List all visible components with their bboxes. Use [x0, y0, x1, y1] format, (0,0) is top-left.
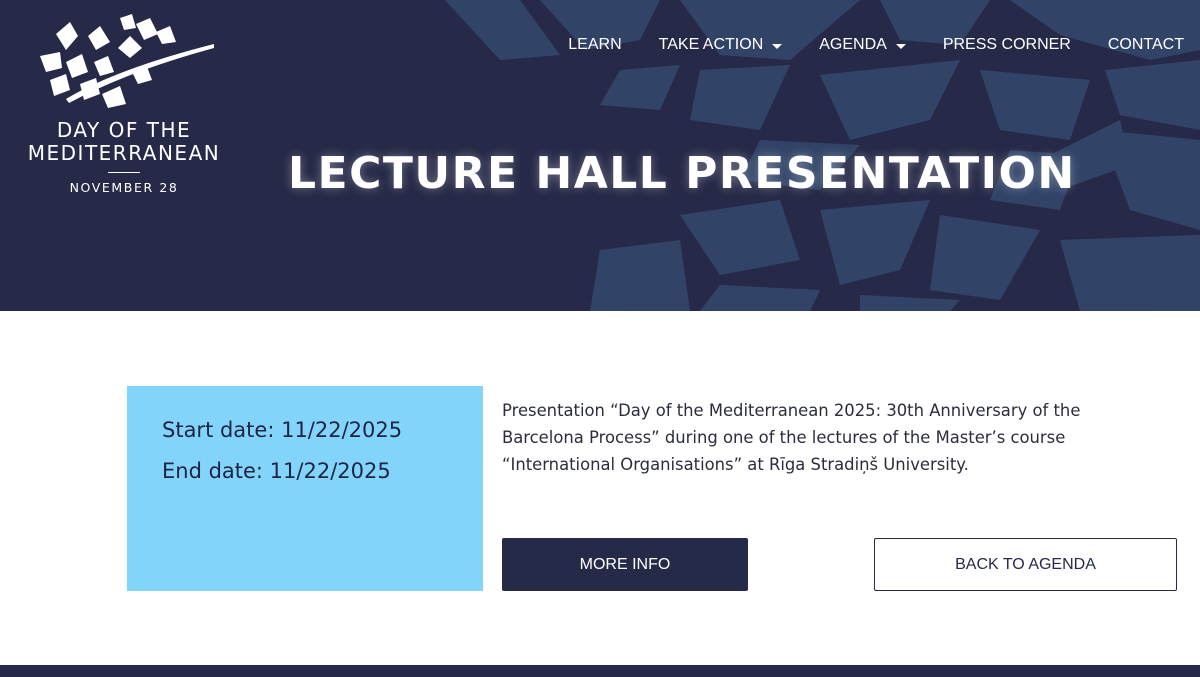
nav-label-learn: LEARN [568, 36, 622, 53]
nav-label-press-corner: PRESS CORNER [942, 36, 1071, 53]
site-logo[interactable]: DAY OF THE MEDITERRANEAN NOVEMBER 28 [16, 14, 232, 204]
page-title: LECTURE HALL PRESENTATION [288, 148, 1076, 199]
footer-strip [0, 665, 1200, 677]
back-to-agenda-button[interactable]: BACK TO AGENDA [874, 538, 1177, 591]
chevron-down-icon [895, 44, 906, 49]
nav-item-contact[interactable]: CONTACT [1108, 34, 1184, 56]
chevron-down-icon [772, 44, 783, 49]
event-date-box: Start date: 11/22/2025 End date: 11/22/2… [127, 386, 483, 591]
logo-title-line2: MEDITERRANEAN [27, 141, 221, 165]
logo-title-line1: DAY OF THE [56, 118, 192, 142]
nav-label-agenda: AGENDA [819, 36, 887, 53]
more-info-button[interactable]: MORE INFO [502, 538, 748, 591]
nav-item-learn[interactable]: LEARN [568, 34, 621, 56]
nav-label-take-action: TAKE ACTION [658, 36, 764, 53]
nav-item-agenda[interactable]: AGENDA [819, 34, 906, 56]
logo-date: NOVEMBER 28 [69, 180, 179, 195]
logo-divider [108, 172, 140, 173]
nav-item-take-action[interactable]: TAKE ACTION [659, 34, 783, 56]
main-navigation: LEARN TAKE ACTION AGENDA PRESS CORNER CO… [531, 34, 1184, 56]
nav-label-contact: CONTACT [1107, 36, 1184, 53]
olive-branch-icon [40, 14, 214, 108]
end-date: End date: 11/22/2025 [162, 459, 391, 483]
event-description: Presentation “Day of the Mediterranean 2… [502, 401, 1081, 474]
hero-banner: DAY OF THE MEDITERRANEAN NOVEMBER 28 LEA… [0, 0, 1200, 311]
nav-item-press-corner[interactable]: PRESS CORNER [943, 34, 1071, 56]
start-date: Start date: 11/22/2025 [162, 418, 403, 442]
